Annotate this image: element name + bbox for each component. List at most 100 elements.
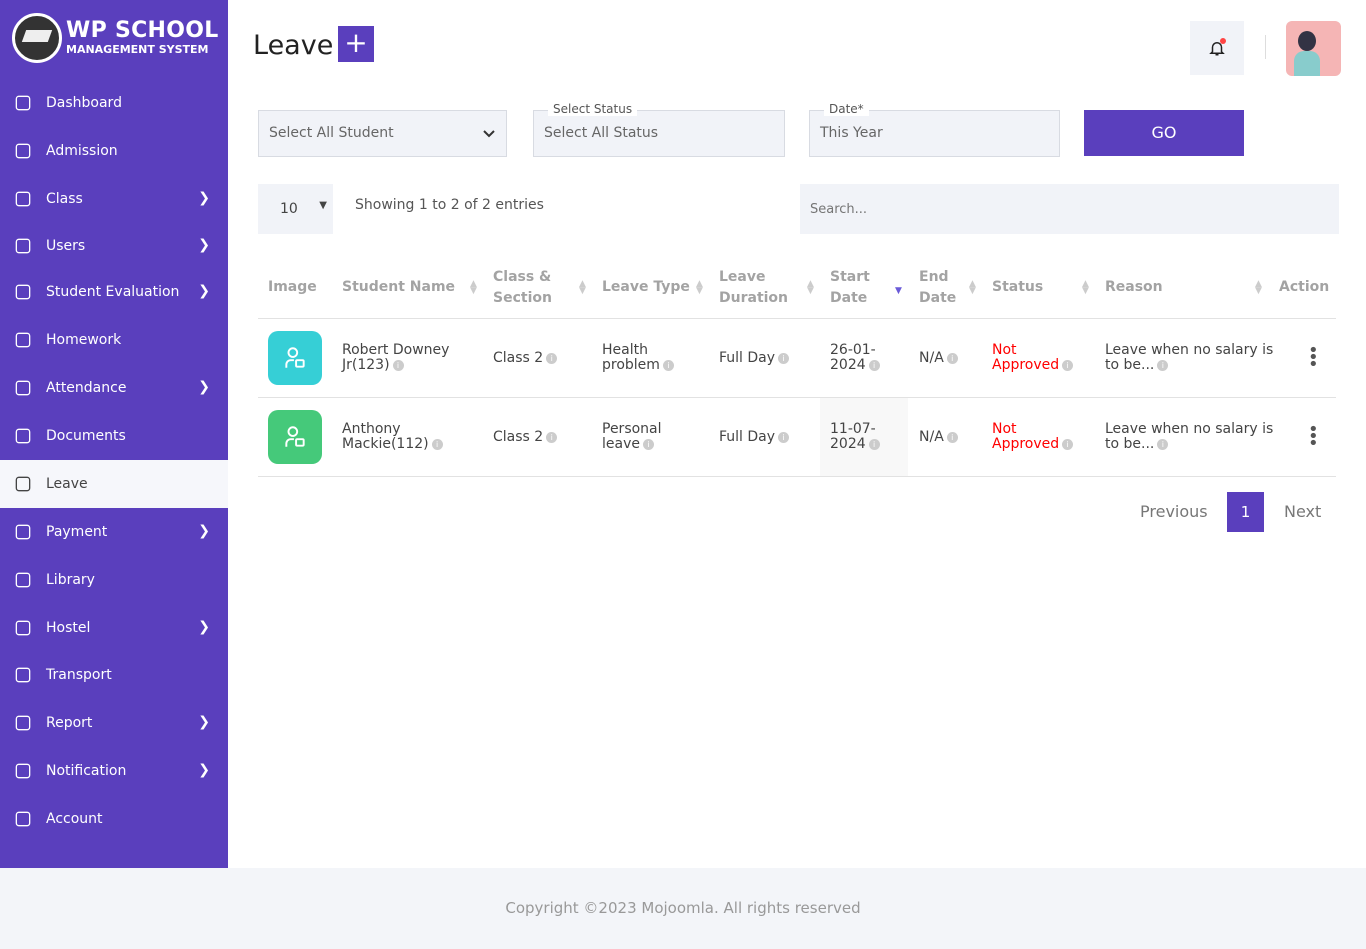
- info-icon[interactable]: i: [778, 431, 790, 443]
- sidebar-item-label: Attendance: [46, 380, 127, 396]
- status-select[interactable]: Select Status Select All Status: [533, 102, 785, 157]
- page-title: Leave: [253, 30, 334, 61]
- info-icon[interactable]: i: [778, 352, 790, 364]
- sort-icon[interactable]: ▲ ▼: [1082, 280, 1089, 296]
- sidebar-item-student-evaluation[interactable]: Student Evaluation ❯: [0, 268, 228, 316]
- cell-class: Class 2i: [493, 351, 573, 366]
- form-icon: [12, 140, 34, 162]
- cell-duration: Full Day i: [719, 351, 809, 366]
- sort-icon[interactable]: ▲ ▼: [1255, 280, 1262, 296]
- sidebar-item-report[interactable]: Report ❯: [0, 699, 228, 747]
- cell-end: N/A i: [919, 351, 979, 366]
- leave-icon: [268, 410, 322, 464]
- cell-name: Robert Downey Jr(123) i: [342, 342, 450, 373]
- sidebar-item-class[interactable]: Class ❯: [0, 175, 228, 223]
- student-select-value: Select All Student: [269, 125, 394, 141]
- column-header[interactable]: Student Name: [342, 277, 482, 298]
- logo[interactable]: WP SCHOOL MANAGEMENT SYSTEM: [0, 0, 228, 75]
- info-icon[interactable]: i: [868, 438, 880, 450]
- hostel-icon: [12, 617, 34, 639]
- account-icon: [12, 808, 34, 830]
- column-header[interactable]: Action: [1279, 277, 1366, 298]
- sort-icon[interactable]: ▲ ▼: [696, 280, 703, 296]
- brand-name: WP SCHOOL: [66, 18, 219, 43]
- chevron-right-icon: ❯: [198, 762, 210, 778]
- info-icon[interactable]: i: [946, 352, 958, 364]
- sort-desc-icon[interactable]: ▼: [895, 287, 902, 296]
- sidebar-item-admission[interactable]: Admission: [0, 127, 228, 175]
- divider: [258, 318, 1336, 319]
- chevron-right-icon: ❯: [198, 190, 210, 206]
- sidebar-item-label: Notification: [46, 763, 127, 779]
- column-header[interactable]: Leave Duration: [719, 267, 789, 309]
- sidebar-item-label: Leave: [46, 476, 88, 492]
- info-icon[interactable]: i: [662, 359, 674, 371]
- classroom-icon: [12, 188, 34, 210]
- search-input[interactable]: [800, 184, 1339, 234]
- sidebar-item-documents[interactable]: Documents: [0, 412, 228, 460]
- cell-type: Personal leave i: [602, 421, 662, 452]
- grid-icon: [12, 92, 34, 114]
- sidebar-item-transport[interactable]: Transport: [0, 651, 228, 699]
- sidebar-item-label: Documents: [46, 428, 126, 444]
- sidebar-item-account[interactable]: Account: [0, 795, 228, 843]
- info-icon[interactable]: i: [642, 438, 654, 450]
- column-header[interactable]: Class & Section: [493, 267, 573, 309]
- info-icon[interactable]: i: [546, 352, 558, 364]
- page-length-select[interactable]: 10 ▼: [258, 184, 333, 234]
- info-icon[interactable]: i: [946, 431, 958, 443]
- more-actions-icon[interactable]: • • •: [1308, 421, 1319, 453]
- sidebar-item-leave[interactable]: Leave: [0, 460, 228, 508]
- leave-icon: [12, 473, 34, 495]
- sort-icon[interactable]: ▲ ▼: [969, 280, 976, 296]
- next-button[interactable]: Next: [1284, 492, 1321, 532]
- avatar[interactable]: [1286, 21, 1341, 76]
- brand-subtitle: MANAGEMENT SYSTEM: [66, 43, 209, 56]
- more-actions-icon[interactable]: • • •: [1308, 342, 1319, 374]
- chevron-right-icon: ❯: [198, 619, 210, 635]
- sidebar-item-attendance[interactable]: Attendance ❯: [0, 364, 228, 412]
- date-select[interactable]: Date* This Year: [809, 102, 1060, 157]
- chevron-right-icon: ❯: [198, 523, 210, 539]
- sidebar-item-payment[interactable]: Payment ❯: [0, 508, 228, 556]
- go-button[interactable]: GO: [1084, 110, 1244, 156]
- info-icon[interactable]: i: [392, 359, 404, 371]
- sidebar-item-users[interactable]: Users ❯: [0, 222, 228, 270]
- info-icon[interactable]: i: [431, 438, 443, 450]
- cell-duration: Full Day i: [719, 430, 809, 445]
- student-select[interactable]: Select All Student: [258, 110, 507, 157]
- page-1-button[interactable]: 1: [1227, 492, 1264, 532]
- sidebar: WP SCHOOL MANAGEMENT SYSTEM Dashboard Adm…: [0, 0, 228, 868]
- cell-start: 26-01-2024 i: [830, 343, 890, 373]
- sidebar-item-label: Report: [46, 715, 93, 731]
- sidebar-item-notification[interactable]: Notification ❯: [0, 747, 228, 795]
- info-icon[interactable]: i: [1157, 438, 1169, 450]
- column-header[interactable]: End Date: [919, 267, 989, 309]
- info-icon[interactable]: i: [1157, 359, 1169, 371]
- info-icon[interactable]: i: [868, 359, 880, 371]
- sidebar-item-label: Hostel: [46, 620, 91, 636]
- sort-icon[interactable]: ▲ ▼: [470, 280, 477, 296]
- info-icon[interactable]: i: [1062, 359, 1074, 371]
- notification-dot: [1220, 38, 1226, 44]
- column-header[interactable]: Start Date: [830, 267, 900, 309]
- add-leave-button[interactable]: +: [338, 26, 374, 62]
- previous-button[interactable]: Previous: [1140, 492, 1208, 532]
- sidebar-item-label: Student Evaluation: [46, 284, 180, 300]
- info-icon[interactable]: i: [1062, 438, 1074, 450]
- notification-button[interactable]: [1190, 21, 1244, 75]
- sidebar-item-dashboard[interactable]: Dashboard: [0, 79, 228, 127]
- sidebar-item-hostel[interactable]: Hostel ❯: [0, 604, 228, 652]
- column-header[interactable]: Reason: [1105, 277, 1245, 298]
- sidebar-item-library[interactable]: Library: [0, 556, 228, 604]
- wallet-icon: [12, 521, 34, 543]
- book-icon: [12, 329, 34, 351]
- cell-reason: Leave when no salary is to be... i: [1105, 421, 1274, 452]
- sort-icon[interactable]: ▲ ▼: [579, 280, 586, 296]
- bell-icon: [12, 760, 34, 782]
- cell-status: Not Approved i: [992, 422, 1082, 452]
- info-icon[interactable]: i: [546, 431, 558, 443]
- sidebar-item-homework[interactable]: Homework: [0, 316, 228, 364]
- date-select-value: This Year: [820, 125, 883, 141]
- sort-icon[interactable]: ▲ ▼: [807, 280, 814, 296]
